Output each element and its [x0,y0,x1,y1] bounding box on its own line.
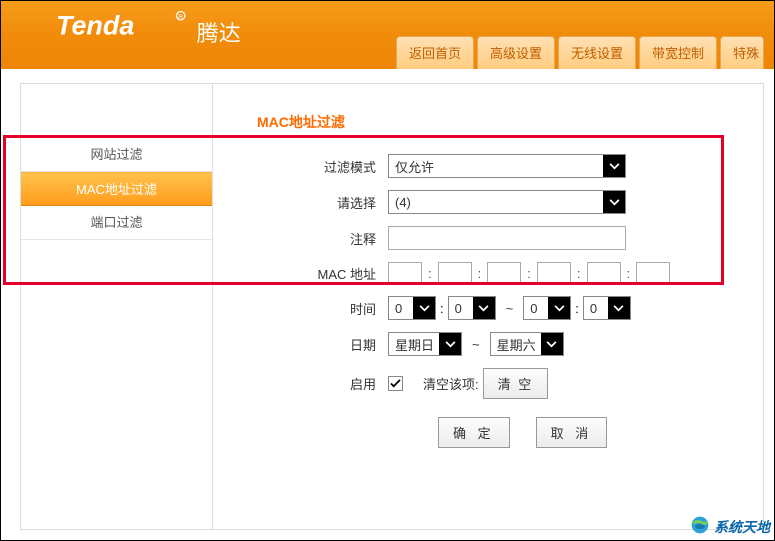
content-area: 网站过滤 MAC地址过滤 端口过滤 MAC地址过滤 过滤模式 仅允许 请选择 (… [20,83,764,530]
brand-logo: Tenda R 腾达 [56,9,241,48]
chevron-down-icon [603,155,625,177]
select-filter-mode[interactable]: 仅允许 [388,154,626,178]
tab-qos[interactable]: 带宽控制 [639,36,717,69]
label-comment: 注释 [243,229,388,248]
mac-seg-3[interactable] [487,262,521,284]
label-time: 时间 [243,299,388,318]
select-time-h2[interactable]: 0 [523,296,571,320]
watermark: 系统天地 [690,515,770,538]
chevron-down-icon [439,333,461,355]
chevron-down-icon [608,297,630,319]
chevron-down-icon [603,191,625,213]
brand-name-cn: 腾达 [197,16,241,48]
mac-seg-6[interactable] [636,262,670,284]
chevron-down-icon [541,333,563,355]
sidebar-item-url-filter[interactable]: 网站过滤 [21,138,212,172]
chevron-down-icon [413,297,435,319]
mac-seg-2[interactable] [438,262,472,284]
mac-seg-4[interactable] [537,262,571,284]
main-panel: MAC地址过滤 过滤模式 仅允许 请选择 (4) 注释 [212,83,764,530]
tab-home[interactable]: 返回首页 [396,36,474,69]
watermark-text: 系统天地 [714,517,770,537]
sidebar: 网站过滤 MAC地址过滤 端口过滤 [20,83,212,530]
select-item[interactable]: (4) [388,190,626,214]
select-time-m2[interactable]: 0 [583,296,631,320]
mac-seg-1[interactable] [388,262,422,284]
svg-text:Tenda: Tenda [56,10,134,40]
select-time-h1[interactable]: 0 [388,296,436,320]
clear-button[interactable]: 清 空 [483,368,549,399]
tab-special[interactable]: 特殊 [720,36,764,69]
chevron-down-icon [473,297,495,319]
label-filter-mode: 过滤模式 [243,157,388,176]
label-enable: 启用 [243,374,388,393]
tenda-logo-icon: Tenda R [56,9,191,41]
input-comment[interactable] [388,226,626,250]
header-bar: Tenda R 腾达 返回首页 高级设置 无线设置 带宽控制 特殊 [1,1,774,69]
svg-text:R: R [178,14,183,21]
select-time-m1[interactable]: 0 [448,296,496,320]
label-clear: 清空该项: [423,374,479,393]
tab-wireless[interactable]: 无线设置 [558,36,636,69]
label-date: 日期 [243,335,388,354]
select-date-from[interactable]: 星期日 [388,332,462,356]
mac-seg-5[interactable] [587,262,621,284]
select-date-to[interactable]: 星期六 [490,332,564,356]
checkbox-enable[interactable] [388,376,403,391]
chevron-down-icon [548,297,570,319]
sidebar-item-port-filter[interactable]: 端口过滤 [21,206,212,240]
top-nav: 返回首页 高级设置 无线设置 带宽控制 特殊 [396,36,764,69]
tab-advanced[interactable]: 高级设置 [477,36,555,69]
label-mac: MAC 地址 [243,264,388,283]
sidebar-item-mac-filter[interactable]: MAC地址过滤 [21,172,212,206]
cancel-button[interactable]: 取 消 [536,417,608,448]
ok-button[interactable]: 确 定 [438,417,510,448]
label-select-item: 请选择 [243,193,388,212]
page-title: MAC地址过滤 [257,112,733,132]
globe-icon [690,515,710,538]
